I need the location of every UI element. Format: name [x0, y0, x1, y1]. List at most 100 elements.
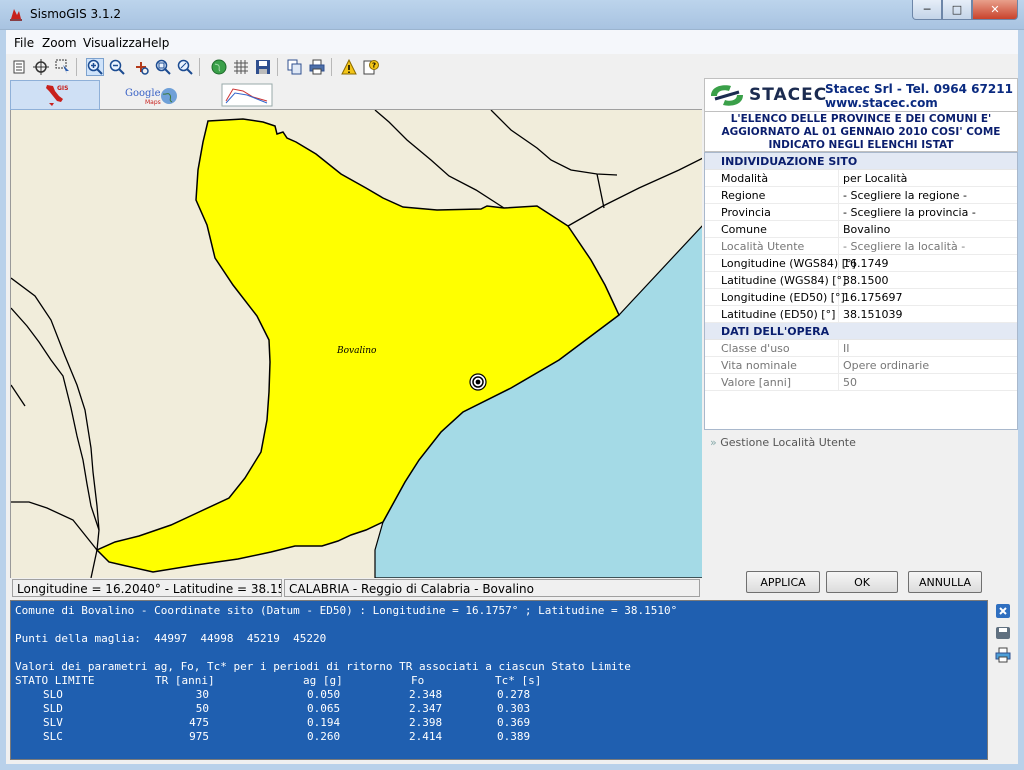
- console-cell: 975: [189, 730, 209, 743]
- property-value[interactable]: - Scegliere la provincia -: [839, 204, 1017, 220]
- globe-icon[interactable]: [210, 58, 228, 76]
- property-label: Regione: [705, 187, 839, 203]
- save-icon[interactable]: [254, 58, 272, 76]
- pan-icon[interactable]: [132, 58, 150, 76]
- company-website[interactable]: www.stacec.com: [825, 96, 1013, 110]
- console-cell: 475: [189, 716, 209, 729]
- property-label: Longitudine (WGS84) [°]: [705, 255, 856, 271]
- property-label: Classe d'uso: [705, 340, 839, 356]
- google-maps-tab[interactable]: Google Maps: [106, 80, 196, 110]
- console-cell: 2.348: [409, 688, 443, 701]
- property-label: Latitudine (WGS84) [°]: [705, 272, 846, 288]
- property-row[interactable]: Valore [anni] 50: [705, 374, 1017, 391]
- menu-bar: File Zoom Visualizza Help: [6, 30, 1018, 54]
- menu-visualizza[interactable]: Visualizza: [83, 36, 142, 50]
- console-cell: 0.194: [307, 716, 341, 729]
- property-value[interactable]: - Scegliere la regione -: [839, 187, 1017, 203]
- window-title: SismoGIS 3.1.2: [30, 7, 122, 21]
- console-cell: 2.347: [409, 702, 443, 715]
- menu-help[interactable]: Help: [142, 36, 169, 50]
- property-row[interactable]: Latitudine (WGS84) [°] 38.1500: [705, 272, 1017, 289]
- console-cell: 2.414: [409, 730, 443, 743]
- site-marker-icon[interactable]: [469, 373, 487, 391]
- console-cell: 50: [195, 702, 209, 715]
- property-value[interactable]: 38.1500: [839, 272, 1017, 288]
- maximize-button[interactable]: □: [942, 0, 972, 20]
- menu-zoom[interactable]: Zoom: [42, 36, 77, 50]
- menu-file[interactable]: File: [14, 36, 34, 50]
- property-label: Valore [anni]: [705, 374, 839, 390]
- results-console[interactable]: Comune di Bovalino - Coordinate sito (Da…: [10, 600, 988, 760]
- property-row[interactable]: Latitudine (ED50) [°] 38.151039: [705, 306, 1017, 323]
- map-canvas[interactable]: Bovalino: [10, 110, 702, 578]
- zoom-in-icon[interactable]: [86, 58, 104, 76]
- zoom-out-icon[interactable]: [108, 58, 126, 76]
- close-button[interactable]: ✕: [972, 0, 1018, 20]
- copy-icon[interactable]: [286, 58, 304, 76]
- select-icon[interactable]: [54, 58, 72, 76]
- console-cell: 2.398: [409, 716, 443, 729]
- property-value[interactable]: 16.175697: [839, 289, 1017, 305]
- property-label: Comune: [705, 221, 839, 237]
- console-cell: 0.278: [497, 688, 531, 701]
- console-cell: SLC: [43, 730, 63, 743]
- col-fo: Fo: [411, 674, 425, 687]
- property-row[interactable]: Longitudine (WGS84) [°] 16.1749: [705, 255, 1017, 272]
- help-icon[interactable]: ?: [362, 58, 380, 76]
- property-label: Provincia: [705, 204, 839, 220]
- property-row[interactable]: Vita nominale Opere ordinarie: [705, 357, 1017, 374]
- cancel-button[interactable]: ANNULLA: [908, 571, 982, 593]
- zoom-extent-icon[interactable]: [176, 58, 194, 76]
- property-row[interactable]: Modalità per Località: [705, 170, 1017, 187]
- ok-button[interactable]: OK: [826, 571, 898, 593]
- console-cell: SLV: [43, 716, 63, 729]
- console-site-line: Comune di Bovalino - Coordinate sito (Da…: [15, 604, 678, 617]
- section-site-header[interactable]: INDIVIDUAZIONE SITO: [705, 153, 1017, 170]
- property-value[interactable]: 38.151039: [839, 306, 1017, 322]
- gestione-localita-utente[interactable]: » Gestione Località Utente: [704, 432, 1018, 452]
- company-header: STACEC Stacec Srl - Tel. 0964 67211 www.…: [704, 78, 1018, 112]
- print-icon[interactable]: [308, 58, 326, 76]
- property-label: Longitudine (ED50) [°]: [705, 289, 845, 305]
- save-icon[interactable]: [994, 624, 1012, 642]
- col-ag: ag [g]: [303, 674, 343, 687]
- property-row[interactable]: Località Utente - Scegliere la località -: [705, 238, 1017, 255]
- notice-line: INDICATO NEGLI ELENCHI ISTAT: [768, 139, 954, 151]
- map-svg[interactable]: Bovalino: [11, 110, 702, 578]
- section-opera-header[interactable]: DATI DELL'OPERA: [705, 323, 1017, 340]
- console-cell: 0.303: [497, 702, 531, 715]
- sismogis-italy-tab[interactable]: GIS: [10, 80, 100, 110]
- col-tc: Tc* [s]: [495, 674, 542, 687]
- console-cell: SLO: [43, 688, 63, 701]
- cursor-coordinates: Longitudine = 16.2040° - Latitudine = 38…: [12, 579, 282, 597]
- expand-chevron-icon: »: [710, 436, 721, 449]
- print-icon[interactable]: [994, 646, 1012, 664]
- property-label: Latitudine (ED50) [°]: [705, 306, 839, 322]
- minimize-button[interactable]: ─: [912, 0, 942, 20]
- properties-icon[interactable]: [10, 58, 28, 76]
- gestione-label: Gestione Località Utente: [720, 436, 856, 449]
- property-value[interactable]: Bovalino: [839, 221, 1017, 237]
- warning-icon[interactable]: [340, 58, 358, 76]
- crosshair-icon[interactable]: [32, 58, 50, 76]
- console-toolbar: [990, 600, 1016, 760]
- property-row[interactable]: Regione - Scegliere la regione -: [705, 187, 1017, 204]
- console-table-row: SLD 50 0.065 2.347 0.303: [15, 702, 983, 716]
- property-row[interactable]: Classe d'uso II: [705, 340, 1017, 357]
- clear-icon[interactable]: [994, 602, 1012, 620]
- property-row[interactable]: Comune Bovalino: [705, 221, 1017, 238]
- stacec-logo-icon: [711, 85, 743, 106]
- grid-icon[interactable]: [232, 58, 250, 76]
- console-cell: 0.389: [497, 730, 531, 743]
- chart-tab[interactable]: [202, 80, 292, 110]
- zoom-window-icon[interactable]: [154, 58, 172, 76]
- property-row[interactable]: Provincia - Scegliere la provincia -: [705, 204, 1017, 221]
- console-cell: 0.050: [307, 688, 341, 701]
- console-params-title: Valori dei parametri ag, Fo, Tc* per i p…: [15, 660, 631, 673]
- apply-button[interactable]: APPLICA: [746, 571, 820, 593]
- toolbar: ?: [6, 54, 1018, 80]
- property-value[interactable]: 16.1749: [839, 255, 1017, 271]
- property-value[interactable]: per Località: [839, 170, 1017, 186]
- property-row[interactable]: Longitudine (ED50) [°] 16.175697: [705, 289, 1017, 306]
- console-table-row: SLO 30 0.050 2.348 0.278: [15, 688, 983, 702]
